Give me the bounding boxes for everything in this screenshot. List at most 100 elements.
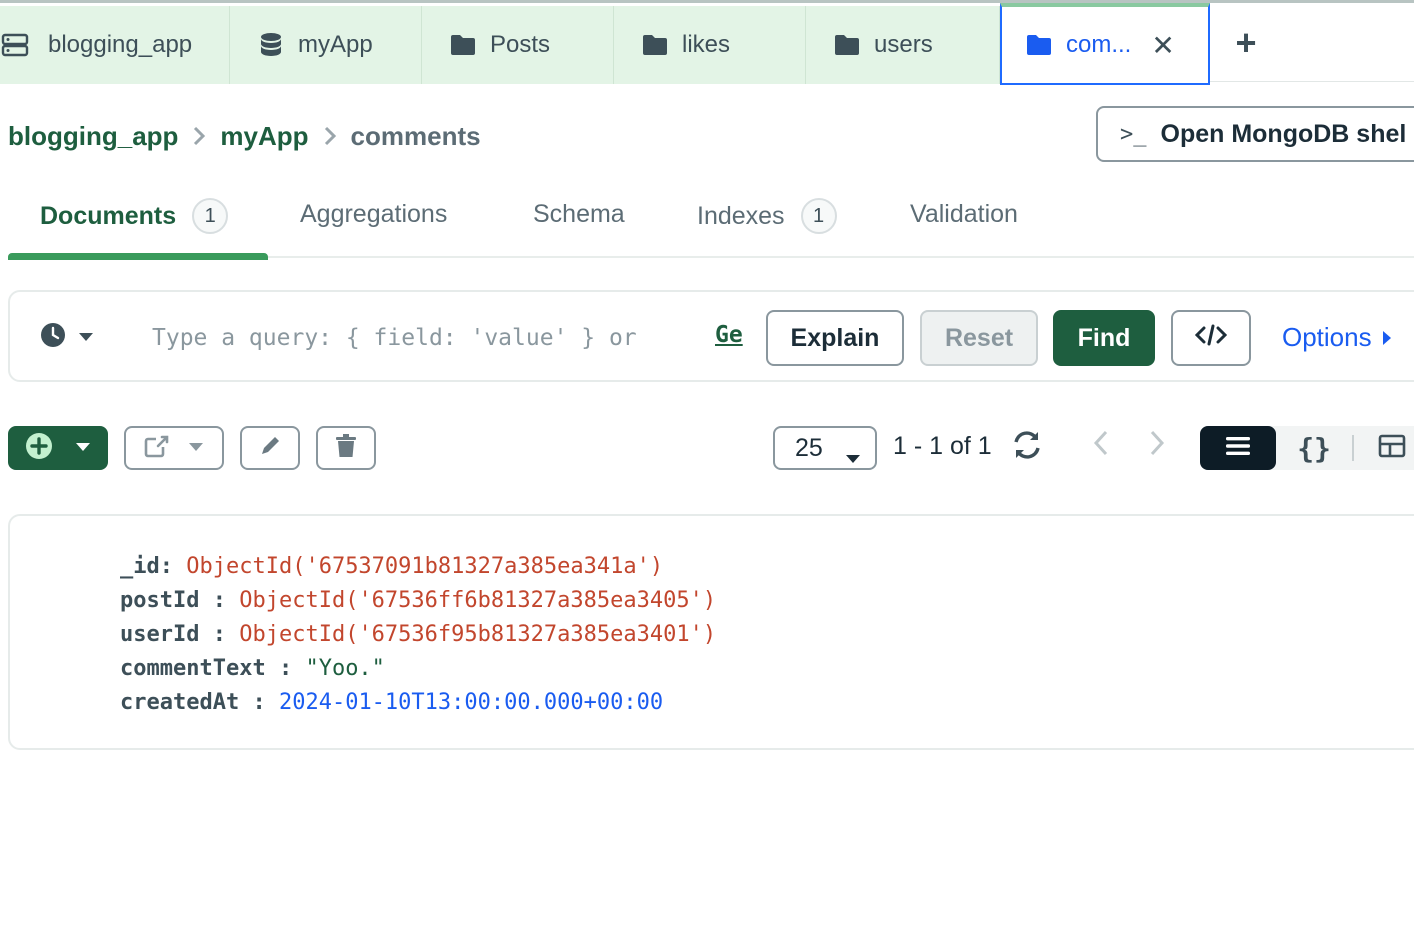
tab-schema[interactable]: Schema — [533, 200, 625, 229]
tab-validation[interactable]: Validation — [910, 200, 1018, 229]
table-icon — [1378, 434, 1406, 463]
tab-label: com... — [1066, 31, 1132, 58]
pagination-range: 1 - 1 of 1 — [893, 432, 992, 460]
query-filter-input[interactable] — [152, 318, 748, 358]
query-history-button[interactable] — [40, 322, 94, 353]
caret-down-icon — [78, 329, 94, 347]
document-field-id: _id: ObjectId('67537091b81327a385ea341a'… — [120, 554, 663, 579]
active-tab-indicator — [8, 253, 268, 260]
tab-documents-label: Documents — [40, 201, 177, 230]
curly-braces-icon: {} — [1297, 431, 1331, 465]
tab-label: myApp — [298, 31, 373, 58]
trash-icon — [334, 433, 358, 464]
workspace-tab-strip: blogging_app myApp Posts likes users com… — [0, 0, 1414, 85]
field-colon: : — [159, 554, 187, 579]
tab-label: likes — [682, 31, 731, 58]
document-card[interactable]: _id: ObjectId('67537091b81327a385ea341a'… — [8, 514, 1414, 750]
code-icon — [1194, 323, 1228, 353]
query-bar: Ge Explain Reset Find Options — [8, 290, 1414, 382]
caret-down-icon — [188, 439, 204, 457]
document-field-postid: postId : ObjectId('67536ff6b81327a385ea3… — [120, 588, 716, 613]
field-colon: : — [239, 690, 279, 715]
folder-icon — [448, 30, 478, 60]
folder-icon — [640, 30, 670, 60]
breadcrumb-database[interactable]: myApp — [220, 121, 308, 152]
bulk-delete-button[interactable] — [316, 426, 376, 470]
folder-icon — [832, 30, 862, 60]
next-page-icon[interactable] — [1142, 428, 1172, 458]
tab-likes[interactable]: likes — [614, 6, 806, 84]
export-to-language-button[interactable] — [1171, 310, 1251, 366]
list-view-button[interactable] — [1200, 426, 1277, 470]
reset-button[interactable]: Reset — [920, 310, 1038, 366]
json-view-button[interactable]: {} — [1276, 426, 1352, 470]
breadcrumb-collection: comments — [350, 120, 481, 151]
database-icon — [256, 30, 286, 60]
document-field-createdat: createdAt : 2024-01-10T13:00:00.000+00:0… — [120, 690, 663, 715]
field-colon: : — [265, 656, 306, 681]
tab-comments[interactable]: com... ✕ — [1000, 3, 1210, 85]
tab-aggregations[interactable]: Aggregations — [300, 200, 447, 229]
generate-query-link[interactable]: Ge — [715, 322, 749, 348]
bulk-update-button[interactable] — [240, 426, 300, 470]
table-view-button[interactable] — [1354, 426, 1414, 470]
field-key: userId — [120, 622, 200, 647]
collection-tabs: Documents 1 Aggregations Schema Indexes … — [8, 184, 1414, 260]
indexes-count-badge: 1 — [800, 198, 837, 234]
export-icon — [144, 434, 170, 463]
document-field-userid: userId : ObjectId('67536f95b81327a385ea3… — [120, 622, 716, 647]
page-size-value: 25 — [795, 433, 823, 462]
open-shell-label: Open MongoDB shel — [1160, 119, 1407, 148]
server-icon — [0, 30, 30, 60]
query-options-toggle[interactable]: Options — [1282, 322, 1392, 353]
previous-page-icon[interactable] — [1086, 428, 1116, 458]
tab-myapp[interactable]: myApp — [230, 6, 422, 84]
documents-count-badge: 1 — [192, 198, 229, 234]
chevron-right-icon — [192, 125, 206, 147]
add-data-button[interactable] — [8, 426, 108, 470]
field-key: createdAt — [120, 690, 240, 715]
tab-users[interactable]: users — [806, 6, 1000, 84]
tab-label: users — [874, 31, 933, 58]
tab-label: Posts — [490, 31, 551, 58]
caret-right-icon — [1382, 322, 1392, 353]
field-key: _id — [120, 554, 160, 579]
close-icon[interactable]: ✕ — [1151, 29, 1174, 62]
breadcrumb: blogging_app myApp comments — [8, 116, 481, 156]
new-tab-button[interactable]: + — [1228, 21, 1264, 65]
tab-documents[interactable]: Documents 1 — [40, 198, 229, 234]
field-value[interactable]: ObjectId('67537091b81327a385ea341a') — [186, 554, 663, 579]
field-value[interactable]: 2024-01-10T13:00:00.000+00:00 — [279, 690, 663, 715]
view-switcher: {} — [1200, 426, 1414, 470]
caret-down-icon — [845, 442, 861, 471]
plus-circle-icon — [25, 432, 53, 465]
field-value[interactable]: "Yoo." — [305, 656, 384, 681]
folder-icon — [1024, 30, 1054, 60]
tab-aggregations-label: Aggregations — [300, 200, 448, 228]
breadcrumb-cluster[interactable]: blogging_app — [8, 121, 178, 152]
document-field-commenttext: commentText : "Yoo." — [120, 656, 385, 681]
tab-blogging-app[interactable]: blogging_app — [0, 6, 230, 84]
caret-down-icon — [75, 439, 91, 457]
tab-label: blogging_app — [48, 31, 193, 58]
field-value[interactable]: ObjectId('67536f95b81327a385ea3401') — [239, 622, 716, 647]
find-button[interactable]: Find — [1053, 310, 1155, 366]
field-key: commentText — [120, 656, 266, 681]
field-value[interactable]: ObjectId('67536ff6b81327a385ea3405') — [239, 588, 716, 613]
open-shell-button[interactable]: >_ Open MongoDB shel — [1096, 106, 1414, 162]
terminal-icon: >_ — [1120, 121, 1147, 147]
tab-posts[interactable]: Posts — [422, 6, 614, 84]
tab-validation-label: Validation — [910, 200, 1018, 228]
tab-indexes-label: Indexes — [697, 201, 785, 230]
explain-button[interactable]: Explain — [766, 310, 904, 366]
tab-indexes[interactable]: Indexes 1 — [697, 198, 837, 234]
chevron-right-icon — [323, 125, 337, 147]
options-label: Options — [1282, 322, 1372, 352]
export-data-button[interactable] — [124, 426, 224, 470]
field-key: postId — [120, 588, 200, 613]
pencil-icon — [258, 434, 282, 463]
field-colon: : — [199, 588, 240, 613]
list-icon — [1225, 436, 1251, 461]
page-size-select[interactable]: 25 — [773, 426, 877, 470]
refresh-icon[interactable] — [1010, 430, 1044, 465]
